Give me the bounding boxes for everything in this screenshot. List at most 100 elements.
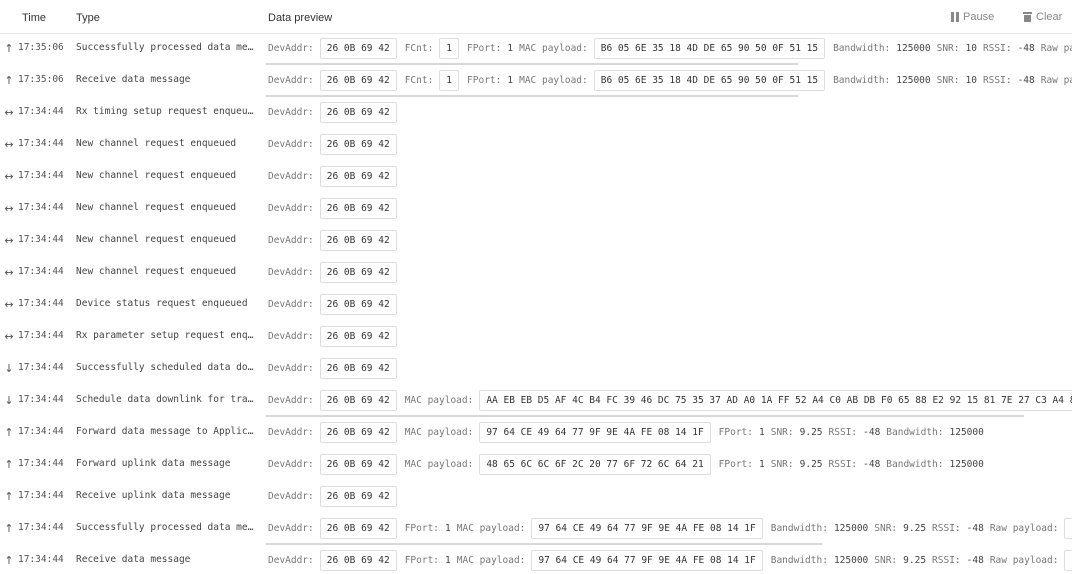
event-type: Receive data message bbox=[76, 554, 191, 565]
field-value-box[interactable]: 26 0B 69 42 bbox=[319, 325, 397, 347]
field-label: DevAddr: bbox=[268, 138, 314, 150]
event-row[interactable]: ↓ 17:34:44 Schedule data downlink for tra…… bbox=[0, 386, 1072, 418]
field-value-box[interactable]: 26 0B 69 42 bbox=[319, 229, 397, 251]
event-row[interactable]: ↑ 17:34:44 Receive data message DevAddr: 26 … bbox=[0, 546, 1072, 574]
field-label: RSSI: bbox=[982, 42, 1012, 54]
preview-scrollbar[interactable] bbox=[266, 95, 798, 97]
field-value: -48 bbox=[966, 554, 984, 566]
event-row[interactable]: ↔ 17:34:44 New channel request enqueued Dev… bbox=[0, 162, 1072, 194]
field-value-box[interactable]: 26 0B 69 42 bbox=[319, 389, 397, 411]
event-time: 17:34:44 bbox=[18, 362, 64, 373]
event-row[interactable]: ↑ 17:34:44 Forward data message to Applic…… bbox=[0, 418, 1072, 450]
event-time: 17:34:44 bbox=[18, 106, 64, 117]
event-time: 17:35:06 bbox=[18, 74, 64, 85]
event-time: 17:35:06 bbox=[18, 42, 64, 53]
event-row[interactable]: ↔ 17:34:44 New channel request enqueued Dev… bbox=[0, 194, 1072, 226]
event-row[interactable]: ↔ 17:34:44 Device status request enqueued D… bbox=[0, 290, 1072, 322]
field-label: SNR: bbox=[936, 42, 960, 54]
field-value-box[interactable]: 26 0B 69 42 bbox=[319, 485, 397, 507]
field-value-box[interactable]: 97 64 CE 49 64 77 9F 9E 4A FE 08 14 1F bbox=[479, 421, 711, 443]
event-row[interactable]: ↔ 17:34:44 Rx timing setup request enqueu…… bbox=[0, 98, 1072, 130]
event-data-preview: DevAddr: 26 0B 69 42 bbox=[268, 482, 1072, 510]
field-label: SNR: bbox=[770, 426, 794, 438]
field-value: 1 bbox=[445, 554, 451, 566]
field-value-box[interactable]: 26 0B 69 42 bbox=[319, 549, 397, 571]
field-value-box[interactable]: 1 bbox=[439, 69, 460, 91]
field-value-box[interactable]: 1 bbox=[439, 37, 460, 59]
pause-icon bbox=[951, 12, 959, 22]
event-row[interactable]: ↔ 17:34:44 New channel request enqueued Dev… bbox=[0, 258, 1072, 290]
field-value-box[interactable]: 26 0B 69 42 bbox=[319, 421, 397, 443]
field-label: SNR: bbox=[936, 74, 960, 86]
field-value-box[interactable]: 40 4 bbox=[1064, 549, 1072, 571]
event-time: 17:34:44 bbox=[18, 330, 64, 341]
field-label: DevAddr: bbox=[268, 330, 314, 342]
field-value-box[interactable]: 26 0B 69 42 bbox=[319, 357, 397, 379]
field-value: 125000 bbox=[949, 426, 984, 438]
field-label: FPort: bbox=[404, 522, 440, 534]
pause-button[interactable]: Pause bbox=[951, 11, 994, 23]
event-row[interactable]: ↑ 17:34:44 Successfully processed data me…… bbox=[0, 514, 1072, 546]
field-label: MAC payload: bbox=[519, 74, 588, 86]
event-data-preview: DevAddr: 26 0B 69 42 bbox=[268, 226, 1072, 254]
field-value-box[interactable]: 97 64 CE 49 64 77 9F 9E 4A FE 08 14 1F bbox=[531, 517, 763, 539]
field-label: DevAddr: bbox=[268, 266, 314, 278]
arrow-up-icon: ↑ bbox=[4, 521, 14, 535]
clear-button[interactable]: Clear bbox=[1023, 11, 1062, 23]
event-type: Receive uplink data message bbox=[76, 490, 231, 501]
field-value-box[interactable]: 26 0B 69 42 bbox=[319, 453, 397, 475]
field-label: MAC payload: bbox=[456, 522, 526, 534]
field-value-box[interactable]: AA EB EB D5 AF 4C B4 FC 39 46 DC 75 35 3… bbox=[479, 389, 1072, 411]
field-value: 9.25 bbox=[903, 522, 927, 534]
preview-scrollbar[interactable] bbox=[266, 63, 798, 65]
field-label: DevAddr: bbox=[268, 458, 314, 470]
field-value: 125000 bbox=[896, 42, 931, 54]
field-value-box[interactable]: 26 0B 69 42 bbox=[319, 261, 397, 283]
event-row[interactable]: ↑ 17:35:06 Receive data message DevAddr: 26 … bbox=[0, 66, 1072, 98]
event-row[interactable]: ↔ 17:34:44 Rx parameter setup request enq…… bbox=[0, 322, 1072, 354]
preview-scrollbar[interactable] bbox=[266, 543, 822, 545]
field-value-box[interactable]: 26 0B 69 42 bbox=[319, 165, 397, 187]
field-label: DevAddr: bbox=[268, 362, 314, 374]
field-label: DevAddr: bbox=[268, 42, 314, 54]
event-row[interactable]: ↔ 17:34:44 New channel request enqueued Dev… bbox=[0, 130, 1072, 162]
field-value-box[interactable]: 48 65 6C 6C 6F 2C 20 77 6F 72 6C 64 21 bbox=[479, 453, 711, 475]
arrow-left-right-icon: ↔ bbox=[4, 105, 14, 119]
column-header-data-preview: Data preview bbox=[268, 12, 333, 24]
event-row[interactable]: ↓ 17:34:44 Successfully scheduled data do…… bbox=[0, 354, 1072, 386]
field-label: RSSI: bbox=[982, 74, 1012, 86]
field-value-box[interactable]: 26 0B 69 42 bbox=[319, 197, 397, 219]
field-label: DevAddr: bbox=[268, 522, 314, 534]
field-value: 1 bbox=[759, 426, 765, 438]
field-label: DevAddr: bbox=[268, 394, 314, 406]
field-label: DevAddr: bbox=[268, 490, 314, 502]
column-header-time: Time bbox=[22, 12, 47, 24]
event-row[interactable]: ↔ 17:34:44 New channel request enqueued Dev… bbox=[0, 226, 1072, 258]
field-value-box[interactable]: 26 0B 69 42 bbox=[319, 293, 397, 315]
arrow-up-icon: ↑ bbox=[4, 457, 14, 471]
field-value-box[interactable]: 97 64 CE 49 64 77 9F 9E 4A FE 08 14 1F bbox=[531, 549, 763, 571]
event-data-preview: DevAddr: 26 0B 69 42 bbox=[268, 354, 1072, 382]
field-value-box[interactable]: 40 4 bbox=[1064, 517, 1072, 539]
field-label: Bandwidth: bbox=[770, 522, 828, 534]
preview-scrollbar[interactable] bbox=[266, 415, 1024, 417]
event-row[interactable]: ↑ 17:34:44 Receive uplink data message DevA… bbox=[0, 482, 1072, 514]
field-value-box[interactable]: B6 05 6E 35 18 4D DE 65 90 50 0F 51 15 bbox=[593, 69, 826, 91]
field-label: SNR: bbox=[874, 522, 898, 534]
field-value-box[interactable]: 26 0B 69 42 bbox=[319, 517, 397, 539]
event-time: 17:34:44 bbox=[18, 490, 64, 501]
event-row[interactable]: ↑ 17:35:06 Successfully processed data me…… bbox=[0, 34, 1072, 66]
event-type: Forward uplink data message bbox=[76, 458, 231, 469]
field-label: Bandwidth: bbox=[833, 74, 891, 86]
field-value-box[interactable]: 26 0B 69 42 bbox=[319, 101, 397, 123]
field-value-box[interactable]: 26 0B 69 42 bbox=[319, 133, 397, 155]
field-value-box[interactable]: 26 0B 69 42 bbox=[319, 69, 397, 91]
event-row[interactable]: ↑ 17:34:44 Forward uplink data message DevA… bbox=[0, 450, 1072, 482]
field-label: DevAddr: bbox=[268, 234, 314, 246]
event-type: Rx timing setup request enqueu… bbox=[76, 106, 254, 117]
field-label: FPort: bbox=[718, 458, 753, 470]
event-data-preview: DevAddr: 26 0B 69 42 bbox=[268, 258, 1072, 286]
event-time: 17:34:44 bbox=[18, 426, 64, 437]
field-value-box[interactable]: B6 05 6E 35 18 4D DE 65 90 50 0F 51 15 bbox=[593, 37, 826, 59]
field-value-box[interactable]: 26 0B 69 42 bbox=[319, 37, 397, 59]
